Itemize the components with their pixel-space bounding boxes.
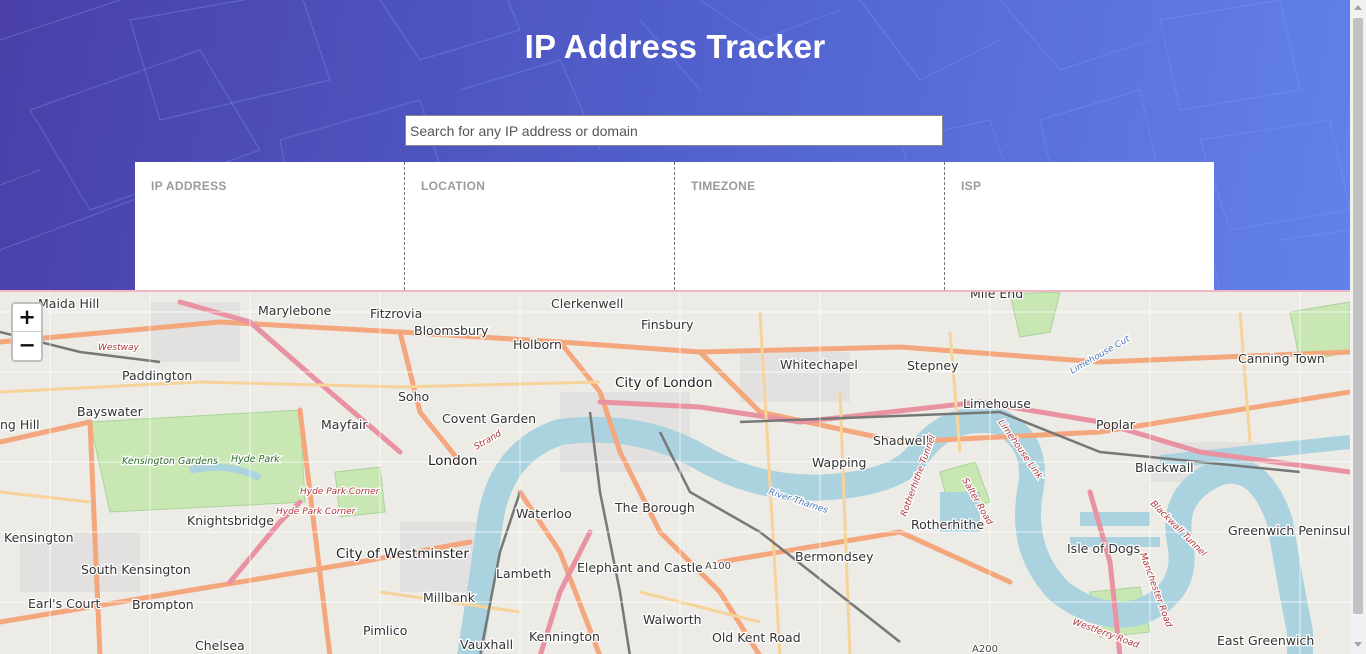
map-label: Finsbury bbox=[641, 317, 694, 332]
map-label: Strand bbox=[473, 429, 504, 453]
map-label: Hyde Park Corner bbox=[276, 507, 357, 517]
map-label: Holborn bbox=[513, 337, 562, 352]
map-label: Shadwell bbox=[873, 433, 929, 448]
map-label: City of London bbox=[615, 375, 713, 391]
map-label: Knightsbridge bbox=[187, 513, 274, 528]
map-label: Stepney bbox=[907, 358, 959, 373]
map-label: Maida Hill bbox=[38, 296, 99, 311]
map-label: Limehouse Cut bbox=[1069, 334, 1133, 377]
map-label: Fitzrovia bbox=[370, 306, 422, 321]
map-label: City of Westminster bbox=[336, 546, 469, 562]
info-isp: ISP bbox=[944, 162, 1214, 290]
map-label: A100 bbox=[705, 561, 731, 572]
map-zoom-control: + − bbox=[11, 302, 43, 362]
map-label: Covent Garden bbox=[442, 411, 536, 426]
map-label: Vauxhall bbox=[460, 637, 513, 652]
map-label: Marylebone bbox=[258, 303, 332, 318]
map-label: Mayfair bbox=[321, 417, 368, 432]
map-label: Old Kent Road bbox=[712, 630, 801, 645]
map-label: Isle of Dogs bbox=[1067, 541, 1140, 556]
map-label: Westway bbox=[98, 343, 140, 353]
map-label: ng Hill bbox=[0, 417, 40, 432]
info-location: LOCATION bbox=[404, 162, 674, 290]
map-label: South Kensington bbox=[81, 562, 191, 577]
map-label: Walworth bbox=[643, 612, 702, 627]
map-label: Soho bbox=[398, 389, 429, 404]
map-tiles[interactable]: Maida Hill Marylebone Fitzrovia Bloomsbu… bbox=[0, 292, 1350, 654]
map-label: Kennington bbox=[529, 629, 600, 644]
scrollbar-thumb[interactable] bbox=[1353, 18, 1363, 614]
zoom-out-button[interactable]: − bbox=[13, 332, 41, 360]
map-label: Pimlico bbox=[363, 623, 407, 638]
search-input[interactable] bbox=[405, 115, 943, 146]
map-label: Blackwall bbox=[1135, 460, 1194, 475]
map-label: Greenwich Peninsula bbox=[1228, 523, 1350, 538]
map-label: Bloomsbury bbox=[414, 323, 489, 338]
map-label: Hyde Park Corner bbox=[300, 487, 381, 497]
vertical-scrollbar[interactable] bbox=[1350, 0, 1366, 654]
info-value bbox=[151, 201, 388, 223]
map-label: A200 bbox=[972, 644, 998, 654]
info-label: IP ADDRESS bbox=[151, 179, 227, 193]
page-title: IP Address Tracker bbox=[524, 28, 826, 65]
map-label: Clerkenwell bbox=[551, 296, 623, 311]
map-label: Earl's Court bbox=[28, 596, 101, 611]
info-value bbox=[961, 201, 1198, 223]
zoom-in-button[interactable]: + bbox=[13, 304, 41, 332]
info-value bbox=[421, 201, 658, 223]
map-label: Canning Town bbox=[1238, 351, 1325, 366]
scroll-down-arrow-icon[interactable] bbox=[1354, 642, 1362, 647]
map-label: Kensington bbox=[4, 530, 74, 545]
map-label: Bayswater bbox=[77, 404, 144, 419]
map-label: Whitechapel bbox=[780, 357, 858, 372]
map-label: Lambeth bbox=[496, 566, 551, 581]
map-label: Limehouse bbox=[963, 396, 1031, 411]
map-label: Brompton bbox=[132, 597, 194, 612]
info-label: LOCATION bbox=[421, 179, 486, 193]
map-label: The Borough bbox=[614, 500, 695, 515]
info-label: ISP bbox=[961, 179, 982, 193]
map-label: Mile End bbox=[970, 292, 1023, 301]
map-label: Kensington Gardens bbox=[122, 456, 218, 467]
info-value bbox=[691, 201, 928, 223]
map-label: Hyde Park bbox=[231, 454, 280, 465]
info-card: IP ADDRESS LOCATION TIMEZONE ISP bbox=[135, 162, 1214, 290]
map-label: Bermondsey bbox=[795, 549, 874, 564]
info-timezone: TIMEZONE bbox=[674, 162, 944, 290]
map-label: Rotherhithe bbox=[911, 517, 984, 532]
info-ip-address: IP ADDRESS bbox=[135, 162, 404, 290]
map-label: East Greenwich bbox=[1217, 633, 1314, 648]
map-label: Elephant and Castle bbox=[577, 560, 703, 575]
map-label: Wapping bbox=[812, 455, 866, 470]
map-label: Waterloo bbox=[516, 506, 572, 521]
info-label: TIMEZONE bbox=[691, 179, 756, 193]
map-view[interactable]: Maida Hill Marylebone Fitzrovia Bloomsbu… bbox=[0, 290, 1350, 654]
scroll-up-arrow-icon[interactable] bbox=[1354, 5, 1362, 10]
map-label: Paddington bbox=[122, 368, 192, 383]
map-label: Chelsea bbox=[195, 638, 245, 653]
map-label: London bbox=[428, 453, 478, 469]
map-label: Poplar bbox=[1096, 417, 1136, 432]
map-label: Millbank bbox=[423, 590, 476, 605]
